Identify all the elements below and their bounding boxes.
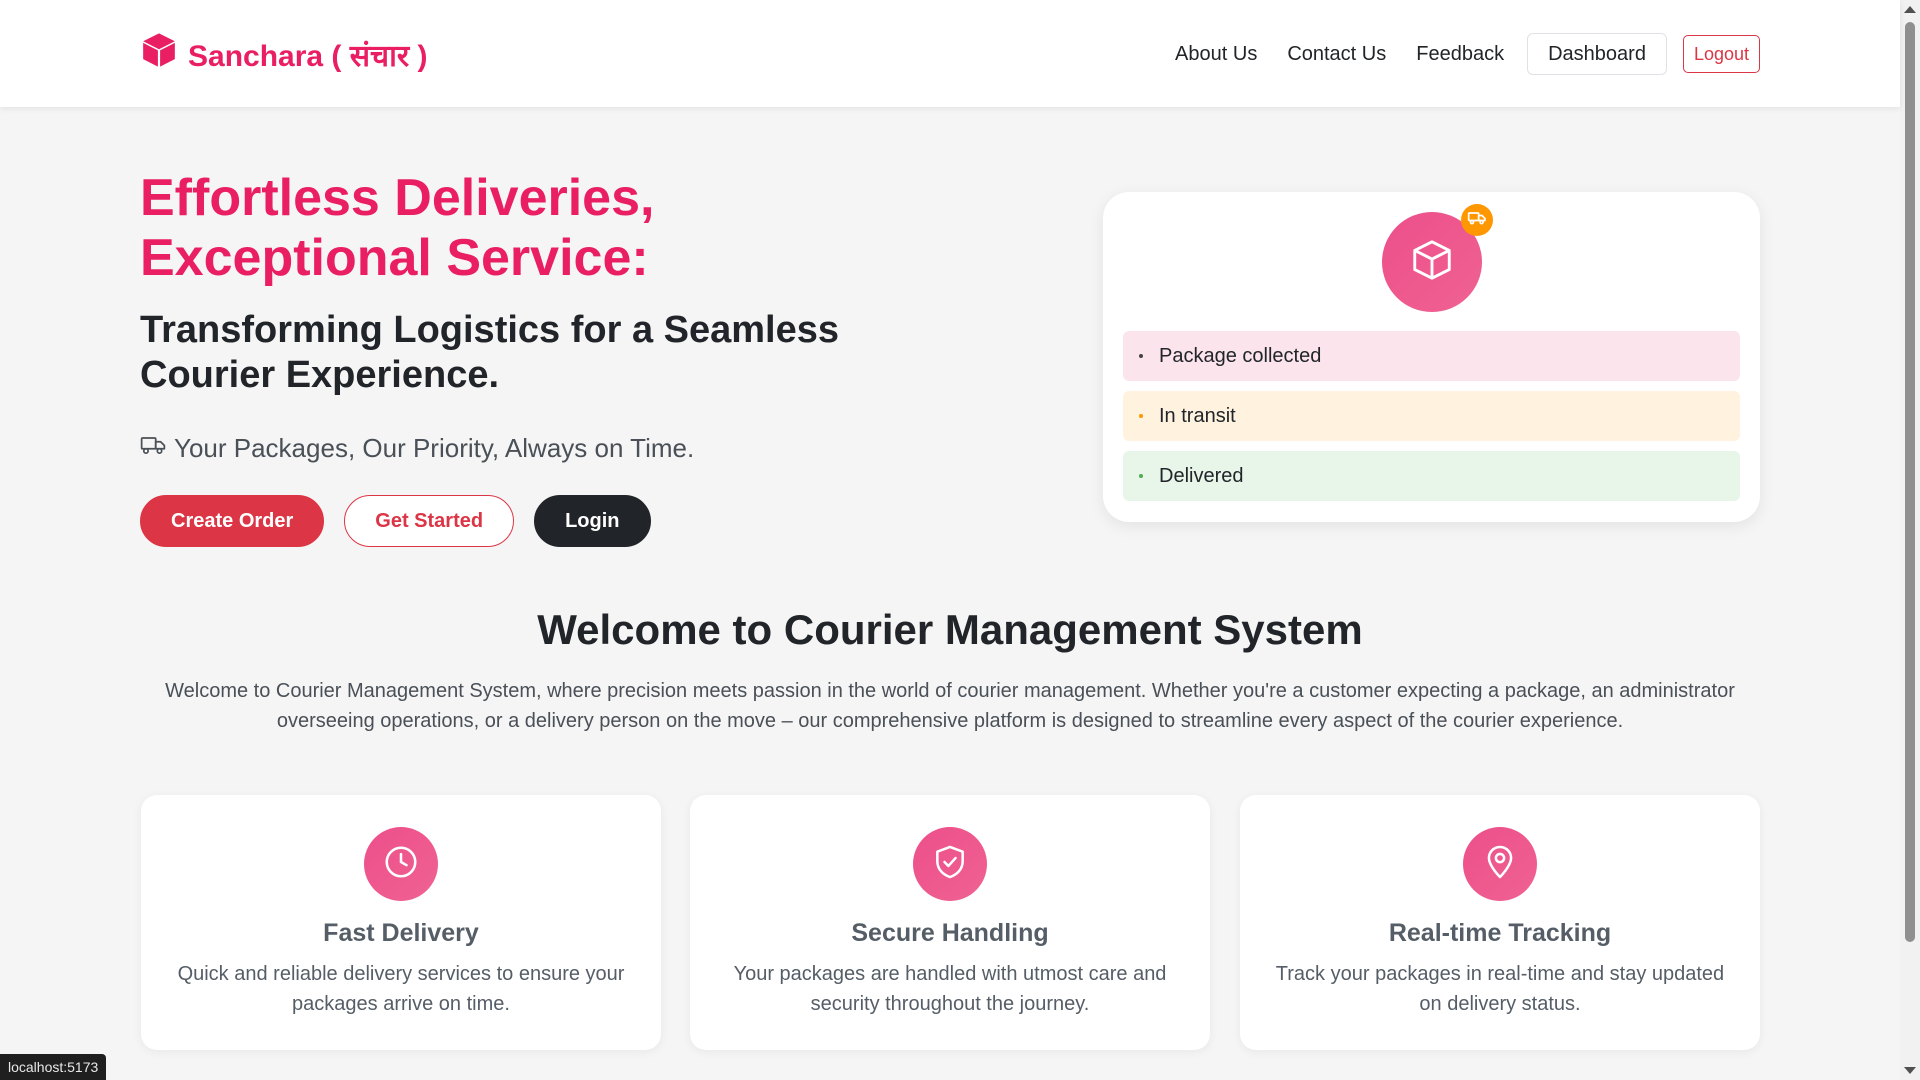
nav-contact-us[interactable]: Contact Us: [1272, 33, 1401, 75]
feature-icon-circle: [913, 827, 987, 901]
truck-badge: [1461, 204, 1493, 236]
login-button[interactable]: Login: [534, 495, 651, 547]
brand-link[interactable]: Sanchara ( संचार ): [140, 33, 427, 75]
feature-card-real-time-tracking: Real-time Tracking Track your packages i…: [1240, 795, 1760, 1050]
get-started-button[interactable]: Get Started: [344, 495, 515, 547]
feature-title: Secure Handling: [851, 919, 1049, 947]
create-order-button[interactable]: Create Order: [140, 495, 325, 547]
truck-icon: [140, 432, 166, 465]
feature-card-fast-delivery: Fast Delivery Quick and reliable deliver…: [141, 795, 661, 1050]
welcome-title: Welcome to Courier Management System: [537, 606, 1363, 653]
feature-description: Your packages are handled with utmost ca…: [733, 963, 1167, 1015]
logout-button[interactable]: Logout: [1682, 35, 1760, 73]
nav-links: About Us Contact Us Feedback Dashboard L…: [1160, 33, 1760, 75]
dashboard-button[interactable]: Dashboard: [1527, 33, 1667, 75]
status-label: Package collected: [1159, 344, 1322, 367]
feature-title: Fast Delivery: [323, 919, 479, 947]
feature-title: Real-time Tracking: [1388, 919, 1612, 947]
status-delivered: Delivered: [1123, 451, 1740, 501]
status-package-collected: Package collected: [1123, 331, 1740, 381]
nav-about-us[interactable]: About Us: [1160, 33, 1272, 75]
hero-buttons: Create Order Get Started Login: [140, 495, 651, 547]
brand-name: Sanchara ( संचार ): [188, 39, 428, 73]
box-icon: [1409, 237, 1455, 288]
nav-feedback[interactable]: Feedback: [1401, 33, 1519, 75]
feature-icon-circle: [1463, 827, 1537, 901]
hero-tagline: Your Packages, Our Priority, Always on T…: [140, 430, 694, 466]
feature-card-secure-handling: Secure Handling Your packages are handle…: [690, 795, 1210, 1050]
scroll-down-arrow-icon[interactable]: [1904, 1067, 1916, 1074]
status-label: Delivered: [1159, 464, 1244, 487]
hero-title: Effortless Deliveries, Exceptional Servi…: [140, 169, 655, 287]
status-in-transit: In transit: [1123, 391, 1740, 441]
welcome-text: Welcome to Courier Management System, wh…: [165, 680, 1735, 732]
bullet-dot: [1139, 354, 1143, 358]
scroll-up-arrow-icon[interactable]: [1904, 6, 1916, 13]
bullet-dot: [1139, 474, 1143, 478]
feature-description: Track your packages in real-time and sta…: [1275, 963, 1725, 1015]
bullet-dot: [1139, 414, 1143, 418]
hero-tagline-text: Your Packages, Our Priority, Always on T…: [174, 432, 695, 463]
navbar: Sanchara ( संचार ) About Us Contact Us F…: [0, 0, 1900, 107]
clock-icon: [382, 843, 420, 886]
status-label: In transit: [1159, 404, 1236, 427]
box-icon: [140, 31, 178, 77]
vertical-scrollbar[interactable]: [1900, 0, 1920, 1080]
page: Sanchara ( संचार ) About Us Contact Us F…: [0, 0, 1920, 1080]
shield-check-icon: [931, 843, 969, 886]
truck-icon: [1467, 208, 1487, 233]
location-pin-icon: [1481, 843, 1519, 886]
feature-icon-circle: [364, 827, 438, 901]
hero-subtitle: Transforming Logistics for a Seamless Co…: [140, 309, 839, 396]
link-url-status: localhost:5173: [0, 1054, 107, 1080]
feature-description: Quick and reliable delivery services to …: [177, 963, 625, 1015]
scrollbar-thumb[interactable]: [1905, 22, 1915, 942]
delivery-status-card: Package collected In transit Delivered: [1103, 192, 1760, 522]
